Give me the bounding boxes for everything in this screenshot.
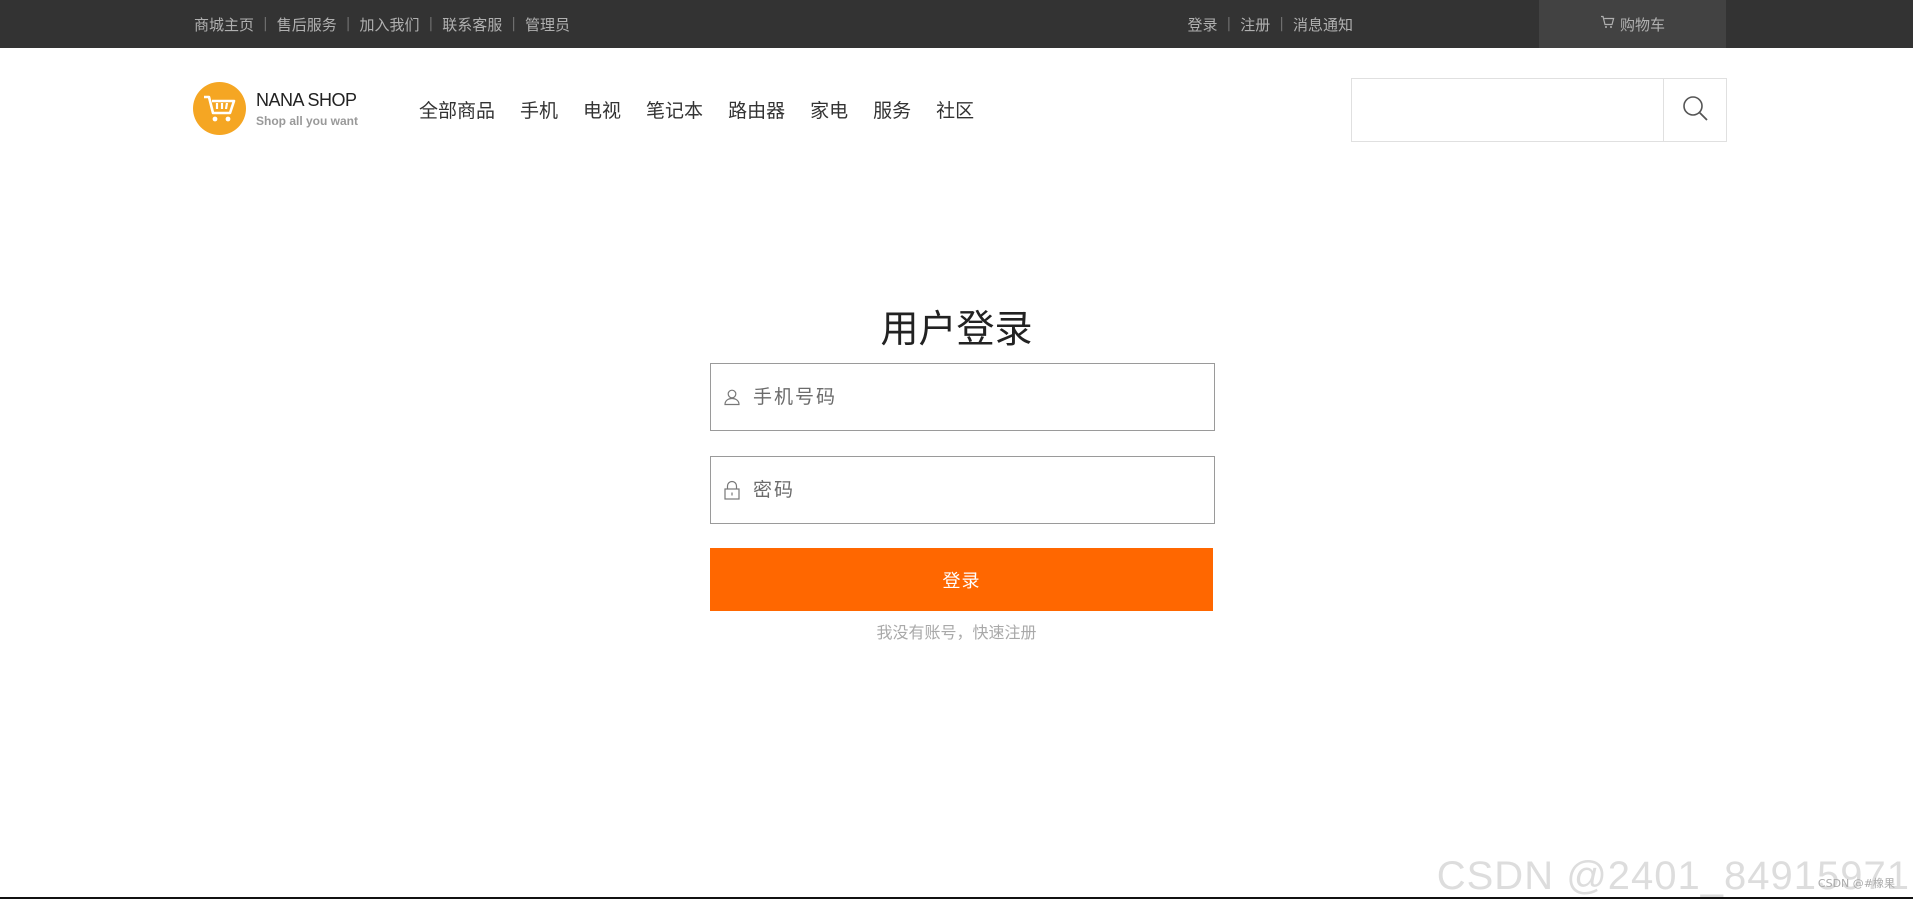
phone-input[interactable] [747,367,1214,427]
watermark-small-text: CSDN @#橡果 [1817,877,1895,890]
logo-cart-icon [193,82,246,135]
separator: | [1279,16,1284,32]
separator: | [1226,16,1232,32]
logo[interactable]: NANA SHOP Shop all you want [193,82,358,135]
search-box [1351,78,1727,142]
phone-field [710,363,1215,431]
logo-slogan: Shop all you want [256,113,359,128]
main-nav: 全部商品 手机 电视 笔记本 路由器 家电 服务 社区 [419,96,999,123]
nav-community[interactable]: 社区 [936,96,974,123]
nav-appliances[interactable]: 家电 [810,96,848,123]
top-bar: 商城主页 | 售后服务 | 加入我们 | 联系客服 | 管理员 登录 | 注册 … [0,0,1913,48]
link-join-us[interactable]: 加入我们 [359,14,419,35]
logo-name: NANA SHOP [256,89,357,110]
link-admin[interactable]: 管理员 [525,14,570,35]
messages-link[interactable]: 消息通知 [1293,14,1353,35]
link-contact-service[interactable]: 联系客服 [442,14,502,35]
nav-laptops[interactable]: 笔记本 [646,96,703,123]
logo-text: NANA SHOP Shop all you want [256,90,358,128]
link-mall-home[interactable]: 商城主页 [194,14,254,35]
link-after-sales[interactable]: 售后服务 [277,14,337,35]
search-button[interactable] [1663,79,1726,141]
user-icon [717,388,747,406]
page-title: 用户登录 [880,307,1033,351]
top-links: 商城主页 | 售后服务 | 加入我们 | 联系客服 | 管理员 [194,0,570,48]
cart-label: 购物车 [1619,15,1665,34]
login-button[interactable]: 登录 [710,548,1213,611]
separator: | [263,16,268,32]
nav-services[interactable]: 服务 [873,96,911,123]
user-links: 登录 | 注册 | 消息通知 [1188,0,1353,48]
separator: | [428,16,434,32]
nav-phones[interactable]: 手机 [520,96,558,123]
separator: | [345,16,351,32]
nav-tv[interactable]: 电视 [583,96,621,123]
register-link[interactable]: 我没有账号，快速注册 [0,619,1913,643]
separator: | [511,16,516,32]
top-register-link[interactable]: 注册 [1240,14,1270,35]
password-input[interactable] [747,460,1214,520]
cart-icon [1600,15,1620,33]
lock-icon [717,480,747,500]
nav-all-products[interactable]: 全部商品 [419,96,495,123]
search-input[interactable] [1352,79,1663,141]
password-field [710,456,1215,524]
search-icon [1681,94,1709,126]
nav-routers[interactable]: 路由器 [728,96,785,123]
cart-button[interactable]: 购物车 [1539,0,1726,48]
top-login-link[interactable]: 登录 [1188,14,1218,35]
